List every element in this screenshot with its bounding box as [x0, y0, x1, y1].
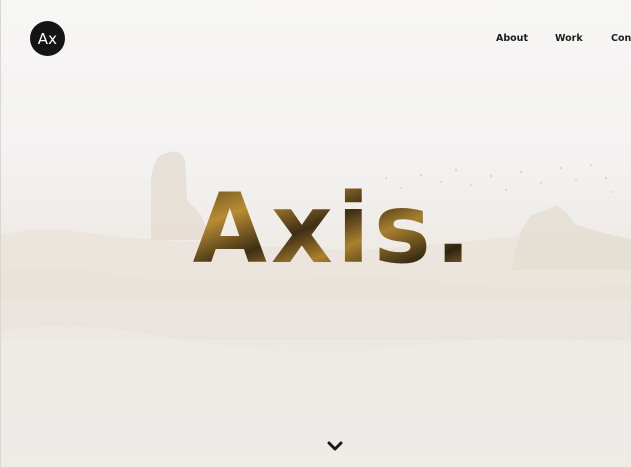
logo-button[interactable]: Ax — [30, 21, 65, 56]
nav-link-work[interactable]: Work — [555, 33, 583, 45]
page: Ax About Work Conta Axis. — [0, 0, 631, 467]
hero-title-text: Axis. — [193, 173, 476, 285]
nav-link-contact[interactable]: Conta — [611, 33, 631, 45]
nav-link-about[interactable]: About — [496, 33, 528, 45]
hero-title: Axis. — [193, 173, 476, 285]
chevron-down-icon — [327, 441, 343, 451]
top-navigation: Ax About Work Conta — [1, 0, 631, 78]
scroll-down-button[interactable] — [327, 439, 343, 451]
